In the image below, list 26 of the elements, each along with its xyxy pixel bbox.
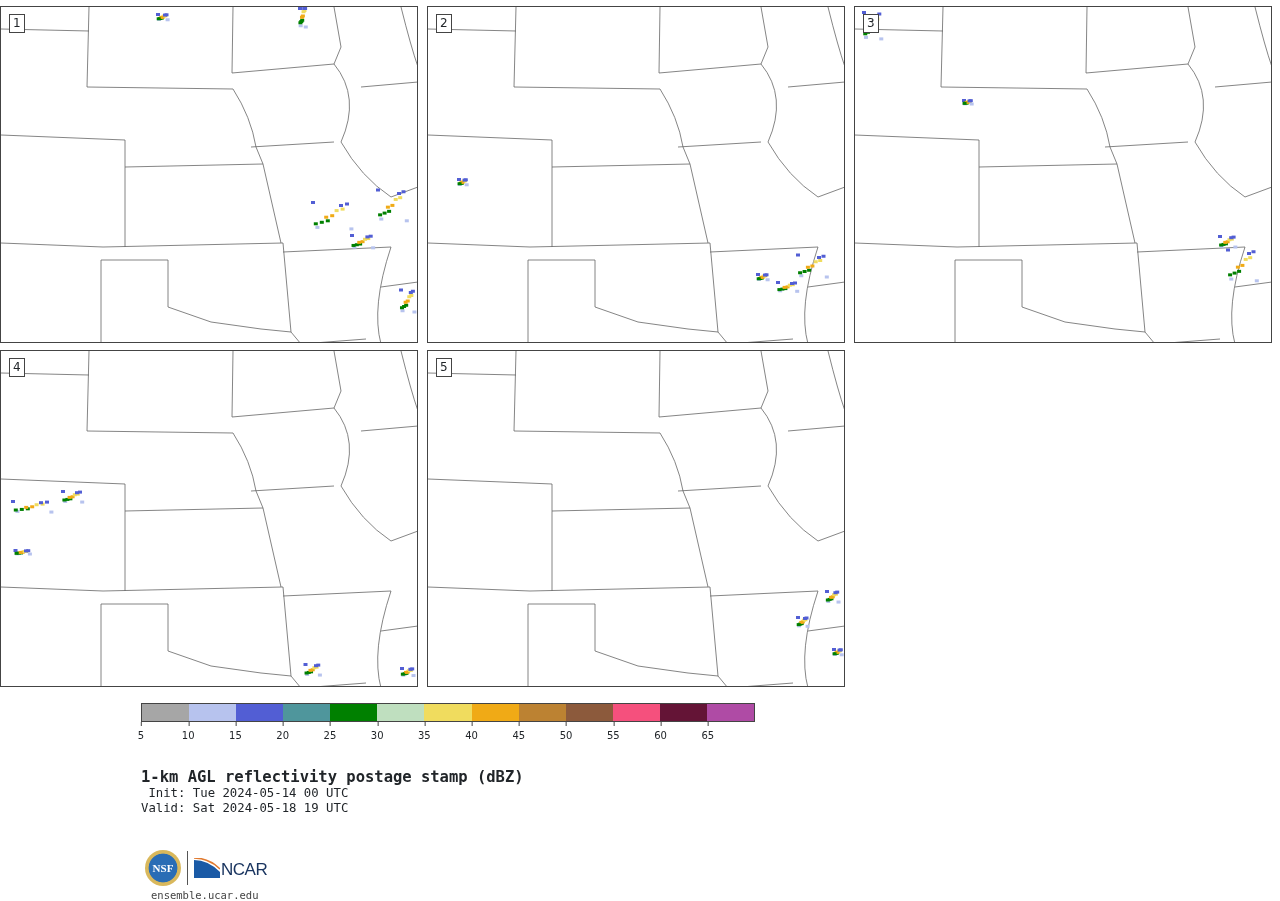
swoosh-icon [194, 858, 220, 878]
tick-label: 20 [276, 722, 290, 743]
ncar-logo: NCAR [221, 862, 268, 878]
tick-label: 40 [465, 722, 478, 743]
tick-label: 25 [323, 722, 337, 743]
tick-label: 10 [181, 722, 195, 743]
panel-number: 4 [9, 358, 25, 377]
nsf-logo: NSF [145, 850, 181, 886]
tick-label: 35 [418, 722, 431, 743]
panel-number: 2 [436, 14, 452, 33]
valid-time: Valid: Sat 2024-05-18 19 UTC [141, 801, 350, 816]
panel-number: 1 [9, 14, 25, 33]
chart-title: 1-km AGL reflectivity postage stamp (dBZ) [141, 768, 525, 786]
tick-label: 65 [701, 722, 715, 743]
tick-label: 55 [606, 722, 620, 743]
tick-label: 50 [559, 722, 573, 743]
tick-label: 60 [654, 722, 667, 743]
tick-label: 45 [512, 722, 526, 743]
tick-label: 5 [137, 722, 145, 743]
init-time: Init: Tue 2024-05-14 00 UTC [147, 786, 350, 801]
panel-number: 3 [863, 14, 879, 33]
tick-label: 15 [229, 722, 242, 743]
tick-label: 30 [370, 722, 384, 743]
website-url: ensemble.ucar.edu [151, 888, 260, 901]
radar-echoes-drawing [796, 590, 844, 657]
panel-number: 5 [436, 358, 452, 377]
